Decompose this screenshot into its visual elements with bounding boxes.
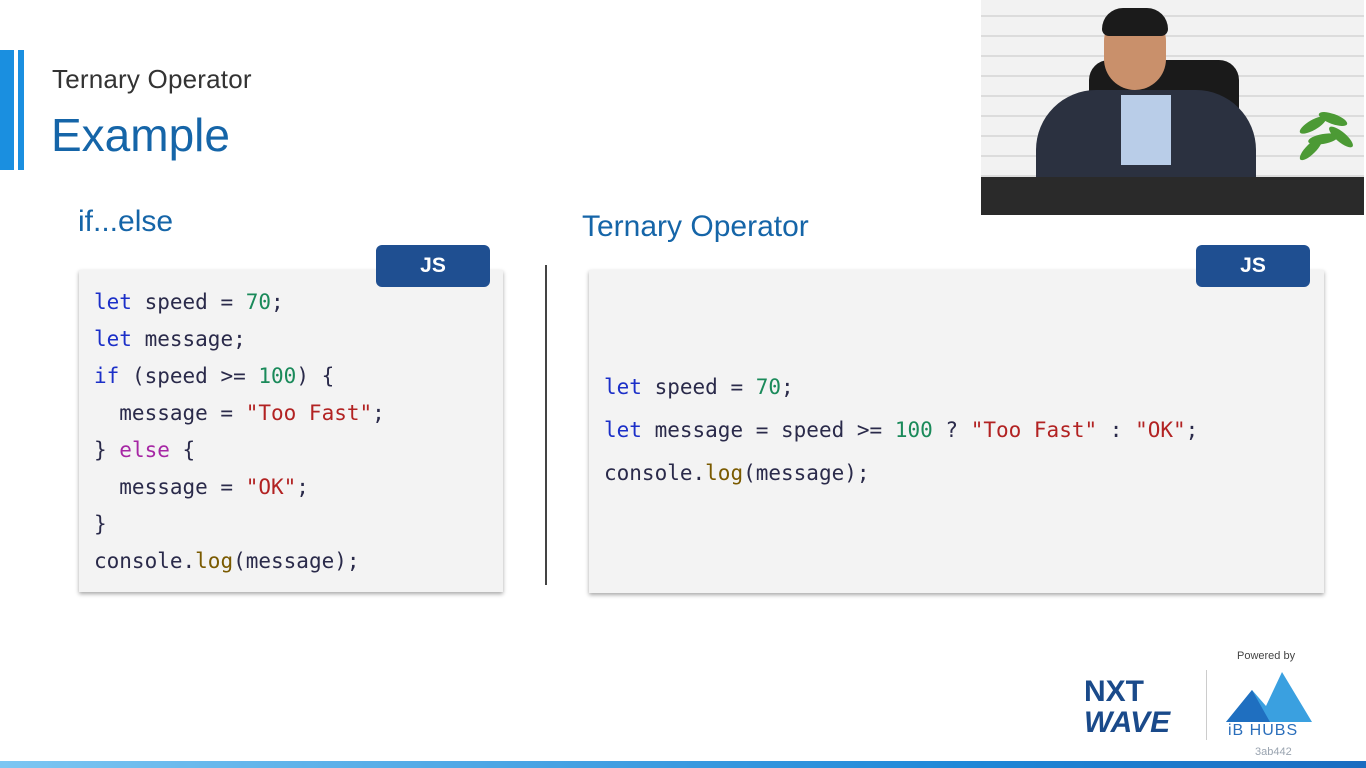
code-token: 70 (755, 375, 782, 399)
code-token: if (94, 364, 120, 388)
instructor-shirt (1121, 95, 1171, 165)
code-token: "OK" (1135, 418, 1186, 442)
code-token: ; (1185, 418, 1199, 442)
code-token: console. (604, 461, 706, 485)
bottom-accent-bar (0, 761, 1366, 768)
code-line: } else { (94, 432, 385, 469)
accent-bar-thin (18, 50, 24, 170)
plant-icon (1288, 109, 1358, 180)
code-token: ; (271, 290, 284, 314)
code-token: 100 (894, 418, 933, 442)
code-token: 70 (245, 290, 272, 314)
code-token: log (705, 461, 744, 485)
instructor-hair (1102, 8, 1168, 36)
instructor-video (981, 0, 1364, 215)
code-line: message = "OK"; (94, 469, 385, 506)
code-token: else (119, 438, 170, 462)
code-line: let message = speed >= 100 ? "Too Fast" … (604, 409, 1198, 452)
code-line: } (94, 506, 385, 543)
code-token: { (169, 438, 196, 462)
code-token: log (195, 549, 234, 573)
code-token: let (94, 290, 132, 314)
code-token: "Too Fast" (970, 418, 1098, 442)
desk (981, 177, 1364, 215)
ibhubs-mountain-icon (1226, 672, 1312, 722)
video-code-id: 3ab442 (1255, 746, 1292, 758)
code-token: ; (781, 375, 794, 399)
logo-separator (1206, 670, 1207, 740)
code-line: message = "Too Fast"; (94, 395, 385, 432)
code-token: let (94, 327, 132, 351)
accent-bar (0, 50, 26, 170)
code-token: message = speed >= (641, 418, 895, 442)
code-token: message = (94, 475, 246, 499)
powered-by-label: Powered by (1237, 650, 1296, 662)
js-badge-left: JS (376, 245, 490, 287)
nxtwave-logo-top: NXT (1084, 675, 1144, 708)
ternary-code-block: let speed = 70; let message = speed >= 10… (604, 366, 1198, 495)
code-token: message = (94, 401, 246, 425)
code-token: } (94, 438, 120, 462)
code-line: console.log(message); (604, 452, 1198, 495)
code-line: console.log(message); (94, 543, 385, 580)
slide-subtitle: Ternary Operator (52, 64, 252, 94)
code-token: speed = (131, 290, 246, 314)
code-token: let (604, 418, 642, 442)
ternary-heading: Ternary Operator (582, 210, 809, 243)
if-else-heading: if...else (78, 205, 174, 238)
accent-bar-thick (0, 50, 14, 170)
code-token: : (1097, 418, 1136, 442)
code-token: let (604, 375, 642, 399)
code-token: ; (372, 401, 385, 425)
code-token: ) { (296, 364, 335, 388)
code-token: (message); (743, 461, 870, 485)
code-token: "Too Fast" (245, 401, 373, 425)
code-line: let message; (94, 321, 385, 358)
section-divider (545, 265, 547, 585)
code-token: ; (296, 475, 309, 499)
code-line: let speed = 70; (94, 284, 385, 321)
code-token: (speed >= (119, 364, 259, 388)
code-token: (message); (233, 549, 360, 573)
code-token: speed = (641, 375, 756, 399)
ibhubs-logo-text: iB HUBS (1228, 722, 1299, 739)
if-else-code-block: let speed = 70; let message; if (speed >= … (94, 284, 385, 580)
slide-title: Example (51, 109, 230, 161)
code-token: message; (131, 327, 246, 351)
code-token: ? (932, 418, 971, 442)
code-token: "OK" (245, 475, 297, 499)
code-token: 100 (258, 364, 297, 388)
nxtwave-logo-bottom: WAVE (1084, 706, 1171, 739)
code-token: console. (94, 549, 196, 573)
code-line: if (speed >= 100) { (94, 358, 385, 395)
js-badge-right: JS (1196, 245, 1310, 287)
code-token: } (94, 512, 107, 536)
code-line: let speed = 70; (604, 366, 1198, 409)
